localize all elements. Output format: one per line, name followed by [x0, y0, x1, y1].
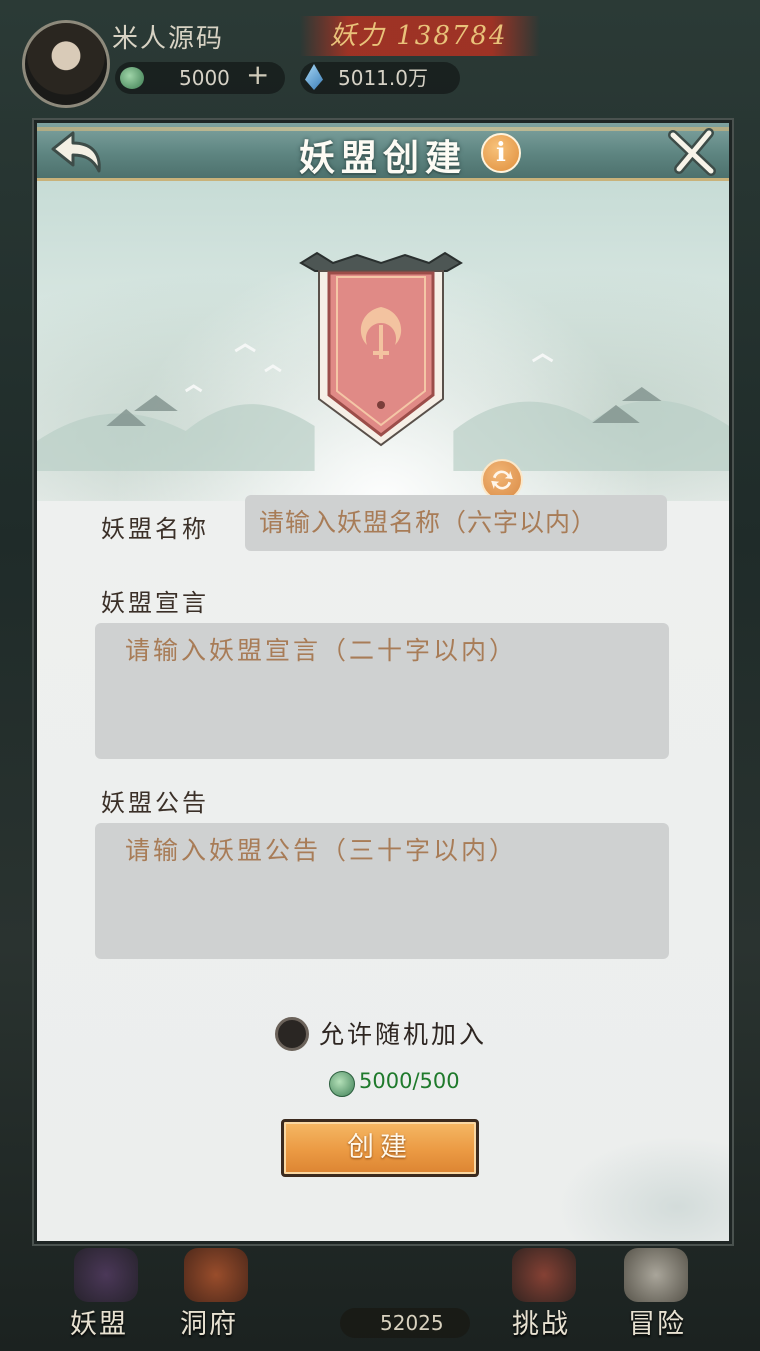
jade-icon [120, 67, 144, 89]
jade-cost-icon [329, 1071, 355, 1097]
nav-item-alliance[interactable]: 妖盟 [70, 1302, 128, 1341]
add-jade-button[interactable]: + [246, 58, 269, 91]
alliance-notice-input[interactable]: 请输入妖盟公告（三十字以内） [95, 823, 669, 959]
crystal-amount: 5011.0万 [300, 62, 460, 94]
declaration-label: 妖盟宣言 [101, 589, 209, 617]
allow-random-join-radio[interactable] [275, 1017, 309, 1051]
power-display: 妖力 138784 [300, 16, 540, 56]
create-alliance-dialog: 妖盟创建 i 妖盟名称 请输入妖盟名称（六字以内） 妖盟宣言 请输入妖盟宣言（二… [34, 120, 732, 1244]
dialog-titlebar: 妖盟创建 i [37, 123, 729, 181]
refresh-icon [491, 470, 513, 490]
bottom-nav: 妖盟 洞府 52025 挑战 冒险 [0, 1244, 760, 1351]
name-label: 妖盟名称 [101, 515, 209, 543]
nav-item-challenge[interactable]: 挑战 [512, 1302, 570, 1341]
player-name: 米人源码 [112, 24, 225, 54]
alliance-nav-icon [74, 1248, 138, 1302]
cloud-decoration [537, 1123, 729, 1241]
cave-nav-icon [184, 1248, 248, 1302]
player-avatar[interactable] [22, 20, 110, 108]
adventure-nav-icon [624, 1248, 688, 1302]
alliance-name-input[interactable]: 请输入妖盟名称（六字以内） [245, 495, 667, 551]
challenge-nav-icon [512, 1248, 576, 1302]
allow-random-join-label: 允许随机加入 [319, 1020, 488, 1049]
create-button[interactable]: 创建 [281, 1119, 479, 1177]
create-cost: 5000/500 [359, 1069, 460, 1093]
alliance-declaration-input[interactable]: 请输入妖盟宣言（二十字以内） [95, 623, 669, 759]
banner-preview-area [37, 181, 729, 501]
nav-item-cave[interactable]: 洞府 [180, 1302, 238, 1341]
alliance-banner-emblem[interactable] [297, 249, 465, 449]
close-icon[interactable] [665, 125, 719, 179]
top-hud: 米人源码 妖力 138784 5000 + 5011.0万 [0, 0, 760, 120]
dialog-title: 妖盟创建 [298, 137, 467, 179]
notice-label: 妖盟公告 [101, 789, 209, 817]
center-count: 52025 [340, 1308, 470, 1338]
info-button[interactable]: i [481, 133, 521, 173]
nav-item-adventure[interactable]: 冒险 [628, 1302, 686, 1341]
